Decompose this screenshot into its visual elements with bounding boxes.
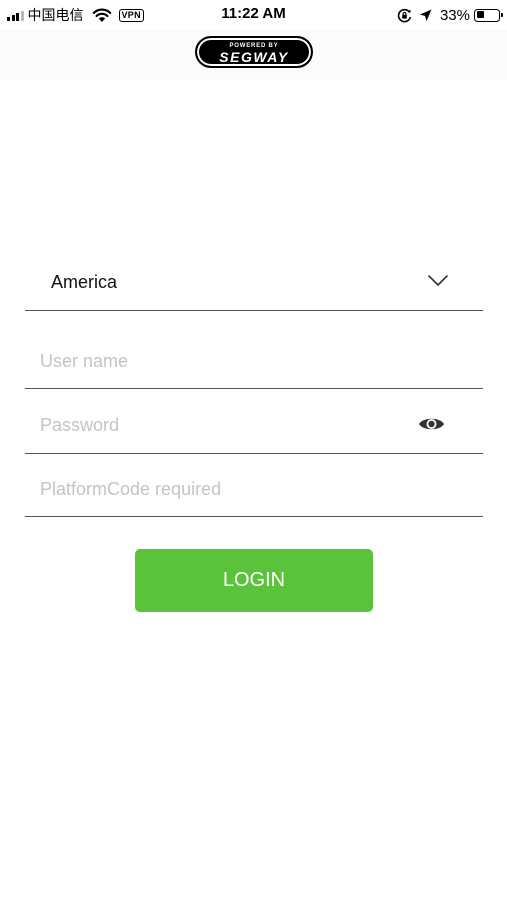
location-arrow-icon [419, 9, 432, 21]
platform-code-field [25, 458, 483, 517]
region-select[interactable]: America [25, 252, 483, 311]
eye-icon[interactable] [418, 415, 445, 433]
battery-percent: 33% [439, 6, 470, 24]
username-input[interactable] [40, 348, 410, 374]
status-bar: 中国电信 VPN 11:22 AM 33% [0, 0, 507, 30]
password-input[interactable] [40, 412, 410, 438]
orientation-lock-icon [397, 8, 412, 22]
region-value: America [51, 272, 118, 292]
login-button[interactable]: LOGIN [135, 549, 373, 612]
status-bar-right: 33% [397, 6, 503, 24]
chevron-down-icon[interactable] [427, 274, 449, 288]
platform-code-input[interactable] [40, 476, 410, 502]
username-field [25, 330, 483, 389]
segway-logo: POWERED BY SEGWAY [195, 36, 313, 68]
password-field [25, 394, 483, 454]
logo-wordmark: SEGWAY [219, 49, 289, 65]
battery-icon [474, 8, 503, 22]
login-screen: 中国电信 VPN 11:22 AM 33% POWERED BY SEGWAY … [0, 0, 507, 900]
